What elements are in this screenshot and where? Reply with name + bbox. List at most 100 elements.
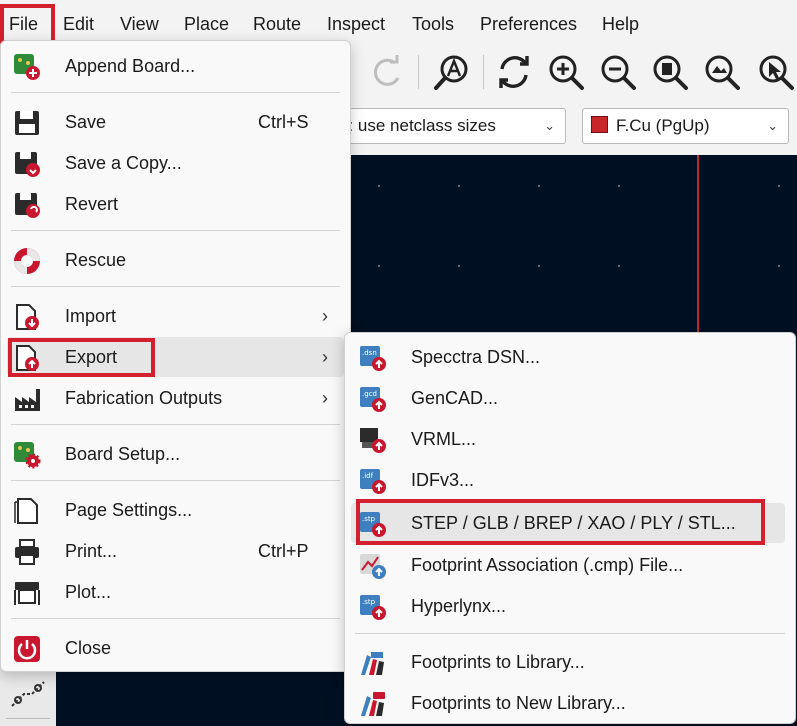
- menu-place[interactable]: Place: [177, 5, 236, 43]
- zoom-in-icon[interactable]: [546, 52, 586, 92]
- menu-label: IDFv3...: [411, 470, 475, 490]
- menu-item-rescue[interactable]: Rescue: [1, 240, 350, 280]
- menu-label: Print...: [65, 541, 118, 561]
- menu-item-close[interactable]: Close: [1, 628, 350, 668]
- route-track-icon[interactable]: [8, 670, 48, 710]
- track-size-combo[interactable]: a: use netclass sizes ⌄: [330, 108, 566, 144]
- secondary-toolbar: a: use netclass sizes ⌄ F.Cu (PgUp) ⌄: [330, 101, 797, 153]
- grid-dot: [538, 185, 540, 187]
- menu-item-gencad[interactable]: .gcd GenCAD...: [345, 378, 795, 418]
- vrml-icon: [360, 428, 386, 453]
- zoom-selection-icon[interactable]: [756, 52, 796, 92]
- menu-label: Close: [65, 638, 112, 658]
- menu-tools[interactable]: Tools: [405, 5, 461, 43]
- menu-label: Rescue: [65, 250, 127, 270]
- menu-label: GenCAD...: [411, 388, 499, 408]
- menu-item-idfv3[interactable]: .idf IDFv3...: [345, 460, 795, 500]
- menu-separator: [11, 618, 340, 619]
- menu-item-print[interactable]: Print... Ctrl+P: [1, 531, 350, 571]
- zoom-objects-icon[interactable]: [702, 52, 742, 92]
- board-edge-line: [697, 155, 699, 335]
- menu-label: Append Board...: [65, 56, 196, 76]
- find-icon[interactable]: [432, 52, 472, 92]
- menu-item-specctra-dsn[interactable]: .dsn Specctra DSN...: [345, 337, 795, 377]
- layer-color-swatch: [591, 116, 608, 133]
- shortcut-label: Ctrl+S: [258, 112, 309, 132]
- stp-file-icon: .stp: [360, 512, 386, 537]
- export-submenu: .dsn Specctra DSN... .gcd GenCAD... VRML…: [344, 332, 796, 724]
- menu-item-footprints-to-library[interactable]: Footprints to Library...: [345, 642, 795, 682]
- menu-item-vrml[interactable]: VRML...: [345, 419, 795, 459]
- toolbar-separator: [483, 55, 484, 89]
- menu-item-footprints-to-new-library[interactable]: Footprints to New Library...: [345, 683, 795, 723]
- export-icon: [16, 345, 39, 371]
- menu-item-board-setup[interactable]: Board Setup...: [1, 434, 350, 474]
- rescue-icon: [14, 248, 40, 274]
- gcd-file-icon: .gcd: [360, 387, 386, 412]
- menu-view[interactable]: View: [113, 5, 166, 43]
- menu-edit[interactable]: Edit: [56, 5, 101, 43]
- menu-item-footprint-association[interactable]: Footprint Association (.cmp) File...: [345, 545, 795, 585]
- menu-item-plot[interactable]: Plot...: [1, 572, 350, 612]
- menu-item-fabrication-outputs[interactable]: Fabrication Outputs ›: [1, 378, 350, 418]
- menu-label: Footprints to New Library...: [411, 693, 626, 713]
- hyperlynx-file-icon: .stp: [360, 595, 386, 620]
- toolbar-separator: [418, 55, 419, 89]
- zoom-fit-icon[interactable]: [650, 52, 690, 92]
- chevron-down-icon: ⌄: [767, 118, 778, 133]
- menu-item-save[interactable]: Save Ctrl+S: [1, 102, 350, 142]
- menu-item-save-copy[interactable]: Save a Copy...: [1, 143, 350, 183]
- submenu-arrow-icon: ›: [322, 347, 328, 367]
- submenu-arrow-icon: ›: [322, 306, 328, 326]
- menu-separator: [11, 230, 340, 231]
- menu-label: Save: [65, 112, 107, 132]
- grid-dot: [378, 265, 380, 267]
- zoom-out-icon[interactable]: [598, 52, 638, 92]
- svg-text:.idf: .idf: [362, 472, 374, 480]
- footprint-association-icon: [360, 554, 386, 579]
- menu-item-step[interactable]: .stp STEP / GLB / BREP / XAO / PLY / STL…: [351, 503, 785, 543]
- menu-inspect[interactable]: Inspect: [320, 5, 392, 43]
- menu-item-hyperlynx[interactable]: .stp Hyperlynx...: [345, 586, 795, 626]
- menu-label: Revert: [65, 194, 119, 214]
- power-icon: [14, 636, 40, 662]
- svg-text:.gcd: .gcd: [362, 390, 377, 398]
- idf-file-icon: .idf: [360, 469, 386, 494]
- menu-item-append-board[interactable]: Append Board...: [1, 46, 350, 86]
- menu-separator: [355, 633, 785, 634]
- plotter-icon: [14, 582, 40, 605]
- layer-value: F.Cu (PgUp): [616, 116, 710, 135]
- chevron-down-icon: ⌄: [544, 118, 555, 133]
- layer-combo[interactable]: F.Cu (PgUp) ⌄: [582, 108, 789, 144]
- revert-icon: [15, 193, 40, 218]
- menu-file[interactable]: File: [2, 5, 45, 43]
- strip-divider: [6, 718, 50, 719]
- board-setup-icon: [14, 442, 41, 469]
- file-menu: Append Board... Save Ctrl+S Save a Copy.…: [0, 40, 351, 672]
- factory-icon: [15, 389, 40, 411]
- menu-item-import[interactable]: Import ›: [1, 296, 350, 336]
- grid-dot: [458, 185, 460, 187]
- refresh-icon[interactable]: [494, 52, 534, 92]
- menu-preferences[interactable]: Preferences: [473, 5, 584, 43]
- track-size-value: a: use netclass sizes: [339, 116, 496, 135]
- menu-item-export[interactable]: Export ›: [7, 337, 344, 377]
- dsn-file-icon: .dsn: [360, 346, 386, 371]
- printer-icon: [15, 539, 39, 565]
- menu-label: Save a Copy...: [65, 153, 182, 173]
- menu-item-revert[interactable]: Revert: [1, 184, 350, 224]
- menu-route[interactable]: Route: [246, 5, 308, 43]
- menu-item-page-settings[interactable]: Page Settings...: [1, 490, 350, 530]
- grid-dot: [618, 185, 620, 187]
- import-icon: [16, 304, 39, 330]
- save-copy-icon: [15, 152, 40, 177]
- grid-dot: [458, 265, 460, 267]
- svg-text:.stp: .stp: [362, 598, 376, 606]
- menu-label: Import: [65, 306, 117, 326]
- footprint-new-library-icon: [361, 692, 385, 716]
- footprint-library-icon: [361, 652, 384, 675]
- menu-label: Page Settings...: [65, 500, 193, 520]
- redo-icon[interactable]: [368, 52, 408, 92]
- menu-label: Plot...: [65, 582, 112, 602]
- menu-help[interactable]: Help: [595, 5, 646, 43]
